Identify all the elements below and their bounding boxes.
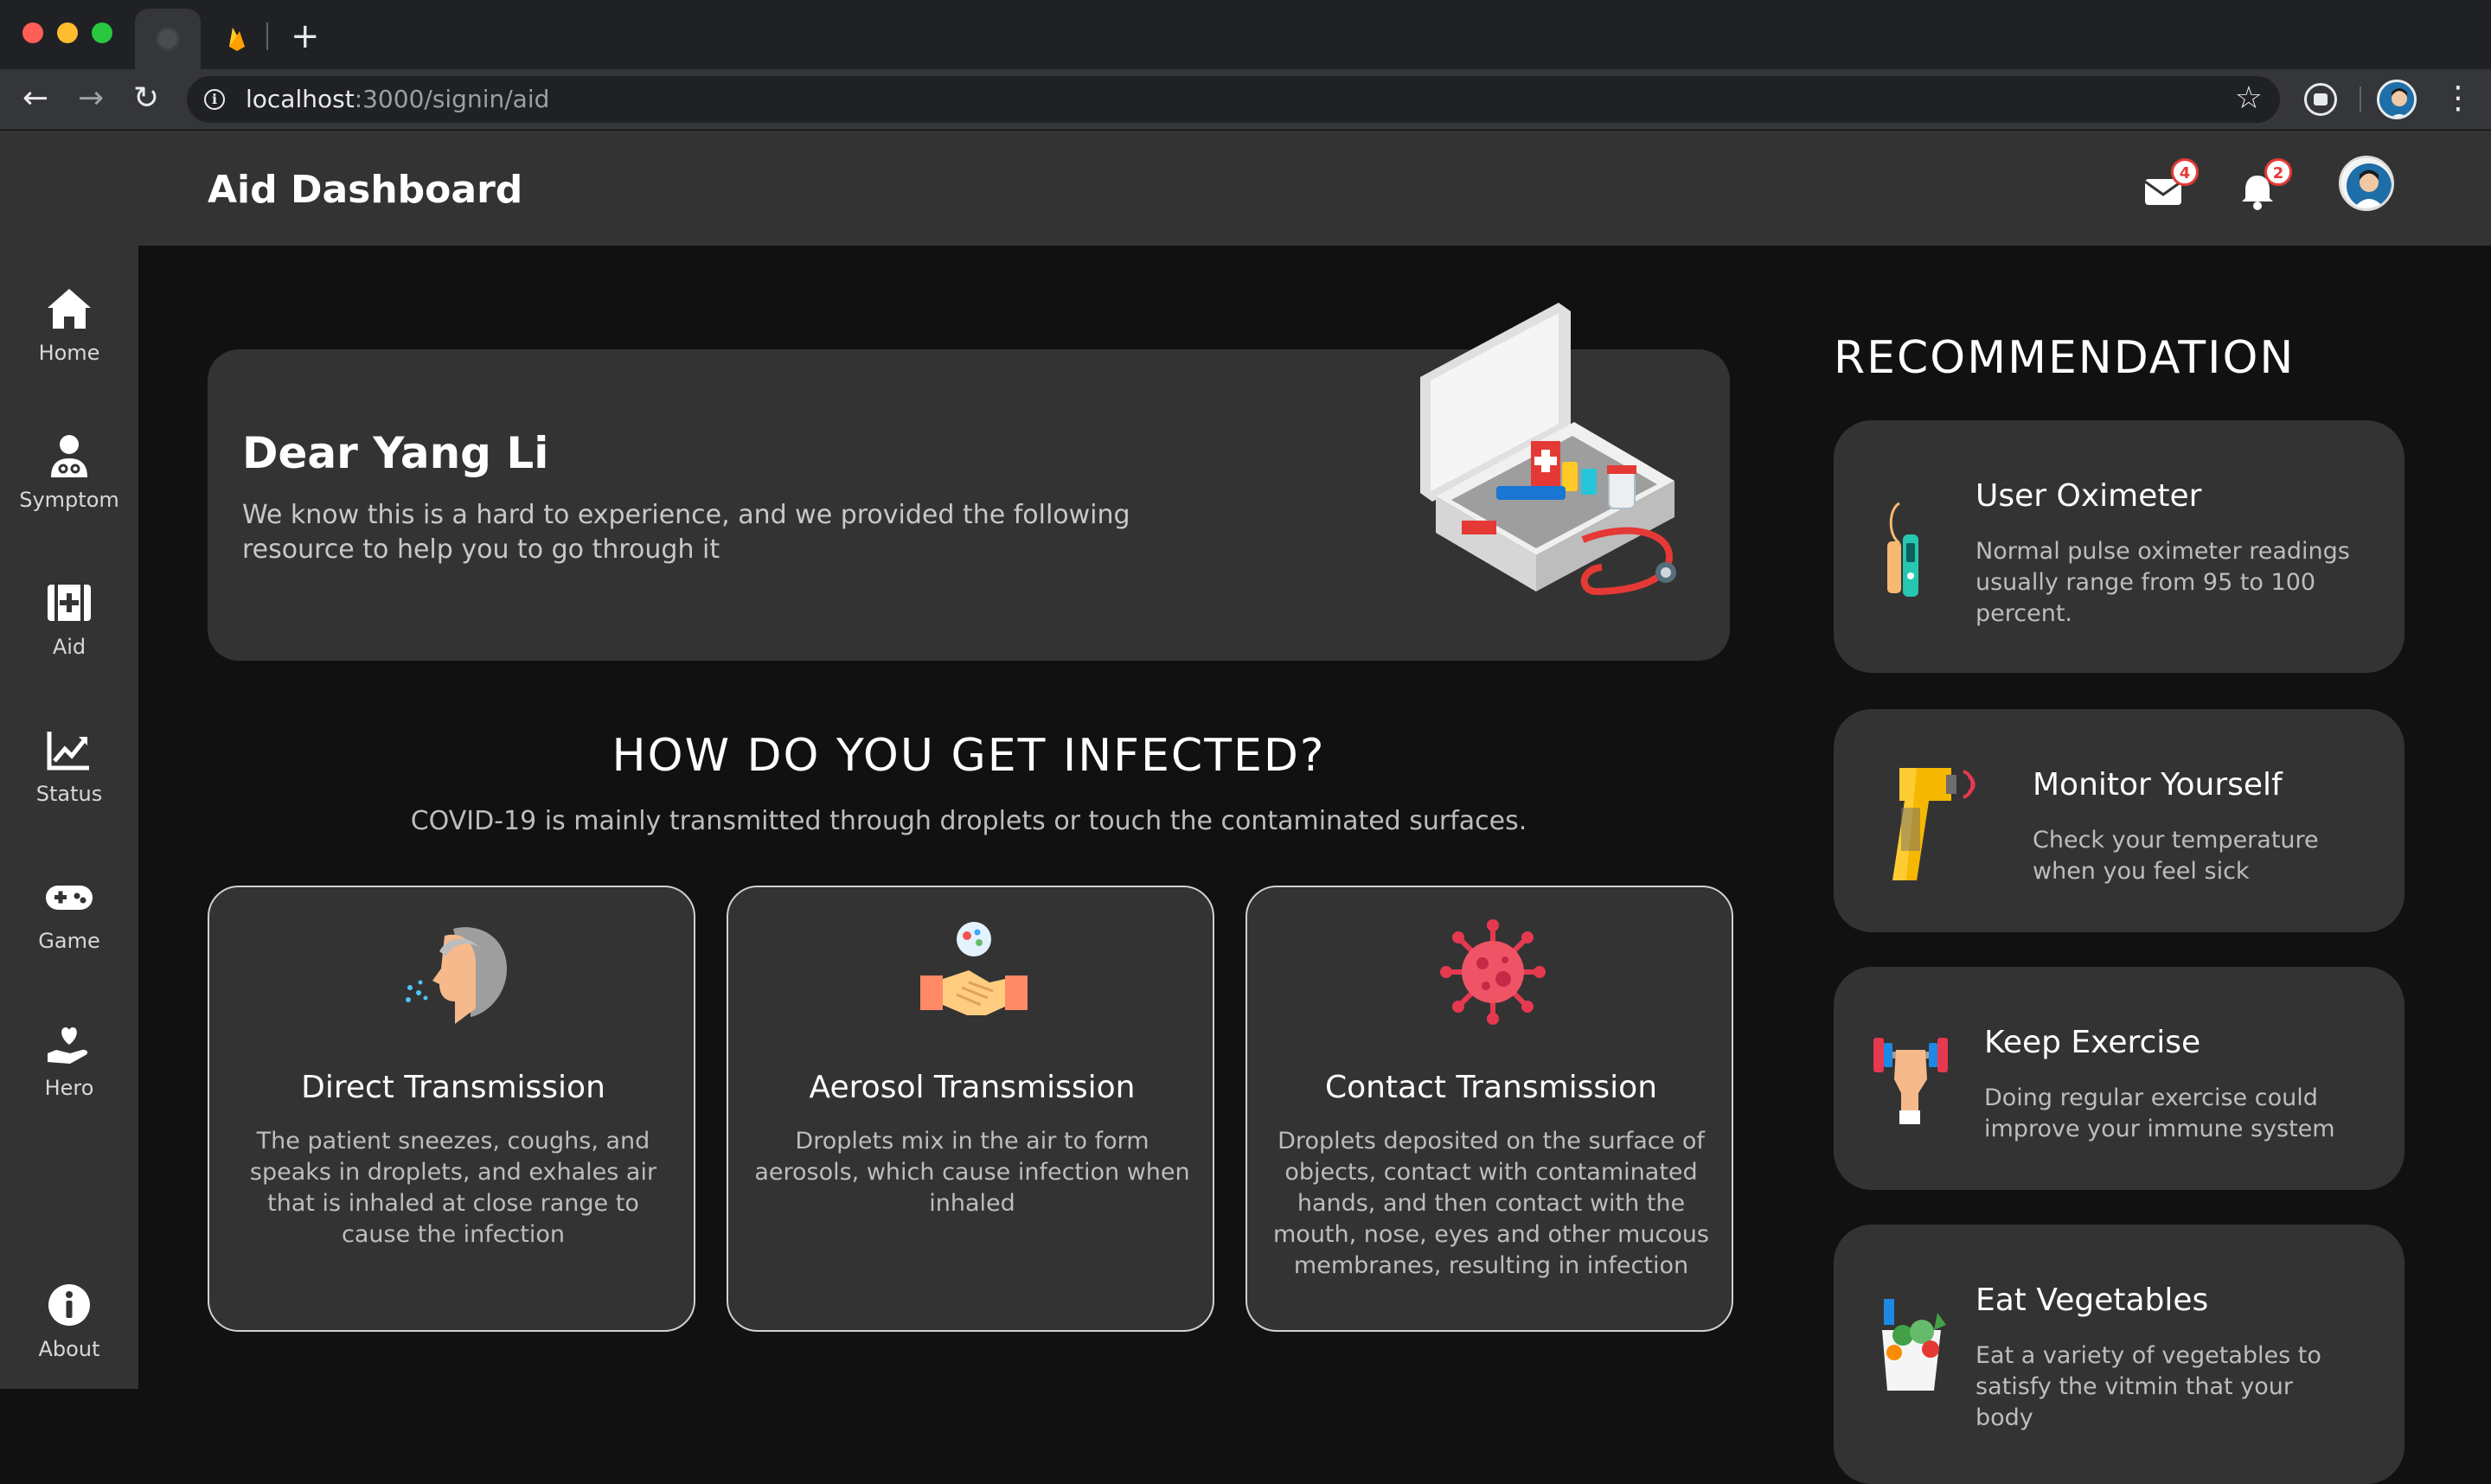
rec-card-title: Monitor Yourself [2033, 767, 2283, 803]
url-path: :3000/signin/aid [354, 85, 550, 113]
rec-card-text: Doing regular exercise could improve you… [1984, 1084, 2335, 1142]
sidebar-item-game[interactable]: Game [0, 851, 138, 963]
chart-icon [47, 732, 89, 771]
thermometer-gun-icon [1892, 768, 1976, 880]
url-host: localhost [246, 85, 355, 113]
sidebar-item-home[interactable]: Home [0, 263, 138, 375]
sidebar-label-about: About [38, 1337, 100, 1361]
sidebar-item-aid[interactable]: Aid [0, 557, 138, 669]
sidebar-label-aid: Aid [52, 635, 86, 659]
sidebar-label-status: Status [35, 782, 103, 806]
aerosol-transmission-card: Aerosol Transmission Droplets mix in the… [727, 886, 1214, 1332]
extension-icon[interactable] [2304, 83, 2337, 116]
new-tab-button[interactable]: + [291, 19, 320, 54]
sidebar-item-hero[interactable]: Hero [0, 998, 138, 1110]
user-avatar[interactable] [2339, 156, 2394, 211]
rec-card-title: User Oximeter [1976, 478, 2202, 514]
firebase-icon [229, 28, 245, 51]
browser-menu-icon[interactable]: ⋮ [2443, 81, 2474, 116]
sidebar-item-status[interactable]: Status [0, 704, 138, 816]
welcome-text: We know this is a hard to experience, an… [242, 500, 1130, 565]
app-header: Aid Dashboard 4 2 [0, 131, 2491, 246]
dumbbell-icon [1873, 1038, 1948, 1124]
handshake-icon [920, 922, 1028, 1015]
window-minimize-button[interactable] [57, 22, 78, 43]
sidebar-label-game: Game [38, 929, 100, 953]
recommendation-card-vegetables[interactable]: Eat Vegetables Eat a variety of vegetabl… [1834, 1225, 2405, 1484]
browser-tab-strip: + [0, 0, 2491, 69]
rec-card-text: Eat a variety of vegetables to satisfy t… [1976, 1342, 2321, 1431]
recommendation-card-exercise[interactable]: Keep Exercise Doing regular exercise cou… [1834, 967, 2405, 1190]
toolbar-separator [2360, 86, 2361, 112]
sidebar-item-symptom[interactable]: Symptom [0, 410, 138, 522]
virus-icon [1440, 919, 1546, 1025]
first-aid-icon [48, 585, 91, 621]
sidebar-label-symptom: Symptom [19, 488, 119, 512]
rec-card-text: Normal pulse oximeter readings usually r… [1976, 538, 2350, 627]
card-text: Droplets deposited on the surface of obj… [1273, 1128, 1709, 1279]
card-text: The patient sneezes, coughs, and speaks … [249, 1128, 657, 1248]
browser-profile-avatar[interactable] [2377, 80, 2417, 119]
site-info-icon[interactable]: i [204, 89, 225, 110]
globe-icon [156, 27, 180, 51]
notifications-button[interactable]: 2 [2232, 158, 2292, 217]
forward-arrow-icon[interactable]: → [78, 81, 104, 116]
browser-toolbar: ← → ↻ i localhost:3000/signin/aid ☆ ⋮ [0, 69, 2491, 130]
card-title: Aerosol Transmission [809, 1070, 1136, 1105]
sidebar-label-home: Home [38, 341, 100, 365]
card-title: Contact Transmission [1324, 1070, 1658, 1105]
oximeter-icon [1887, 502, 1918, 597]
info-icon [48, 1284, 90, 1326]
window-zoom-button[interactable] [92, 22, 112, 43]
notification-badge: 2 [2264, 158, 2292, 186]
browser-tab-firebase[interactable] [204, 9, 270, 69]
doctor-icon [51, 435, 87, 477]
recommendation-title: RECOMMENDATION [1834, 332, 2296, 384]
sidebar-label-hero: Hero [44, 1076, 94, 1100]
infection-section-title: HOW DO YOU GET INFECTED? [612, 730, 1326, 782]
url-text: localhost:3000/signin/aid [246, 86, 549, 112]
direct-transmission-card: Direct Transmission The patient sneezes,… [208, 886, 695, 1332]
gamepad-icon [46, 886, 93, 910]
bookmark-star-icon[interactable]: ☆ [2235, 81, 2263, 116]
page-title: Aid Dashboard [208, 168, 523, 212]
rec-card-title: Keep Exercise [1984, 1025, 2201, 1060]
home-icon [48, 289, 91, 329]
sidebar: Home Symptom Aid Status Game Hero About [0, 246, 138, 1389]
rec-card-title: Eat Vegetables [1976, 1283, 2209, 1318]
welcome-title: Dear Yang Li [242, 428, 549, 478]
vegetables-icon [1882, 1299, 1946, 1391]
sidebar-item-about[interactable]: About [0, 1259, 138, 1372]
mail-badge: 4 [2171, 158, 2199, 186]
card-title: Direct Transmission [301, 1070, 605, 1105]
window-close-button[interactable] [22, 22, 43, 43]
card-text: Droplets mix in the air to form aerosols… [754, 1128, 1190, 1217]
heart-hand-icon [48, 1027, 88, 1064]
first-aid-kit-illustration [1420, 303, 1676, 596]
recommendation-card-monitor[interactable]: Monitor Yourself Check your temperature … [1834, 709, 2405, 932]
reload-icon[interactable]: ↻ [133, 81, 159, 116]
infection-section-subtitle: COVID-19 is mainly transmitted through d… [410, 806, 1527, 836]
profile-avatar-icon [2379, 82, 2414, 117]
address-bar[interactable]: i localhost:3000/signin/aid ☆ [187, 76, 2280, 123]
recommendation-card-oximeter[interactable]: User Oximeter Normal pulse oximeter read… [1834, 420, 2405, 673]
sneeze-icon [406, 927, 507, 1024]
mail-button[interactable]: 4 [2138, 158, 2199, 217]
tab-separator [266, 22, 268, 50]
back-arrow-icon[interactable]: ← [22, 81, 48, 116]
contact-transmission-card: Contact Transmission Droplets deposited … [1246, 886, 1733, 1332]
browser-tab-active[interactable] [135, 9, 201, 69]
rec-card-text: Check your temperature when you feel sic… [2033, 827, 2319, 885]
